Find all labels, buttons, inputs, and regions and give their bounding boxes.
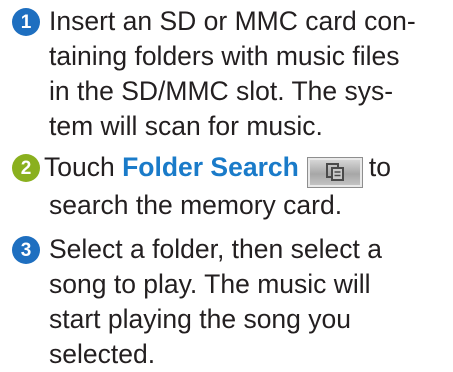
step-1-line: Insert an SD or MMC card con-: [49, 6, 416, 36]
step-1-text: Insert an SD or MMC card con- taining fo…: [49, 4, 449, 144]
folder-search-label: Folder Search: [122, 152, 299, 182]
step-3-line: selected.: [49, 339, 156, 369]
step-2-number: 2: [20, 157, 32, 179]
step-3-number: 3: [20, 239, 32, 261]
folder-search-button: [306, 156, 363, 188]
step-2-text-after: to: [368, 152, 391, 182]
step-2-number-badge: 2: [12, 154, 40, 182]
step-1-number-badge: 1: [12, 8, 40, 36]
step-1-number: 1: [20, 11, 32, 33]
step-3-line: Select a folder, then select a: [49, 234, 382, 264]
step-1-line: taining folders with music files: [49, 41, 400, 71]
folder-search-icon: [325, 163, 344, 181]
step-3-line: song to play. The music will: [49, 269, 371, 299]
step-2-line-2: search the memory card.: [49, 189, 343, 220]
step-2-text: Touch Folder Search to search the memory…: [44, 150, 444, 223]
step-1-line: in the SD/MMC slot. The sys-: [49, 76, 394, 106]
step-2-text-before: Touch: [44, 152, 115, 182]
step-2-line-1: Touch Folder Search to: [44, 150, 444, 188]
step-1-line: tem will scan for music.: [49, 111, 323, 141]
step-3-number-badge: 3: [12, 236, 40, 264]
step-3-text: Select a folder, then select a song to p…: [49, 232, 449, 372]
step-3-line: start playing the song you: [49, 304, 351, 334]
